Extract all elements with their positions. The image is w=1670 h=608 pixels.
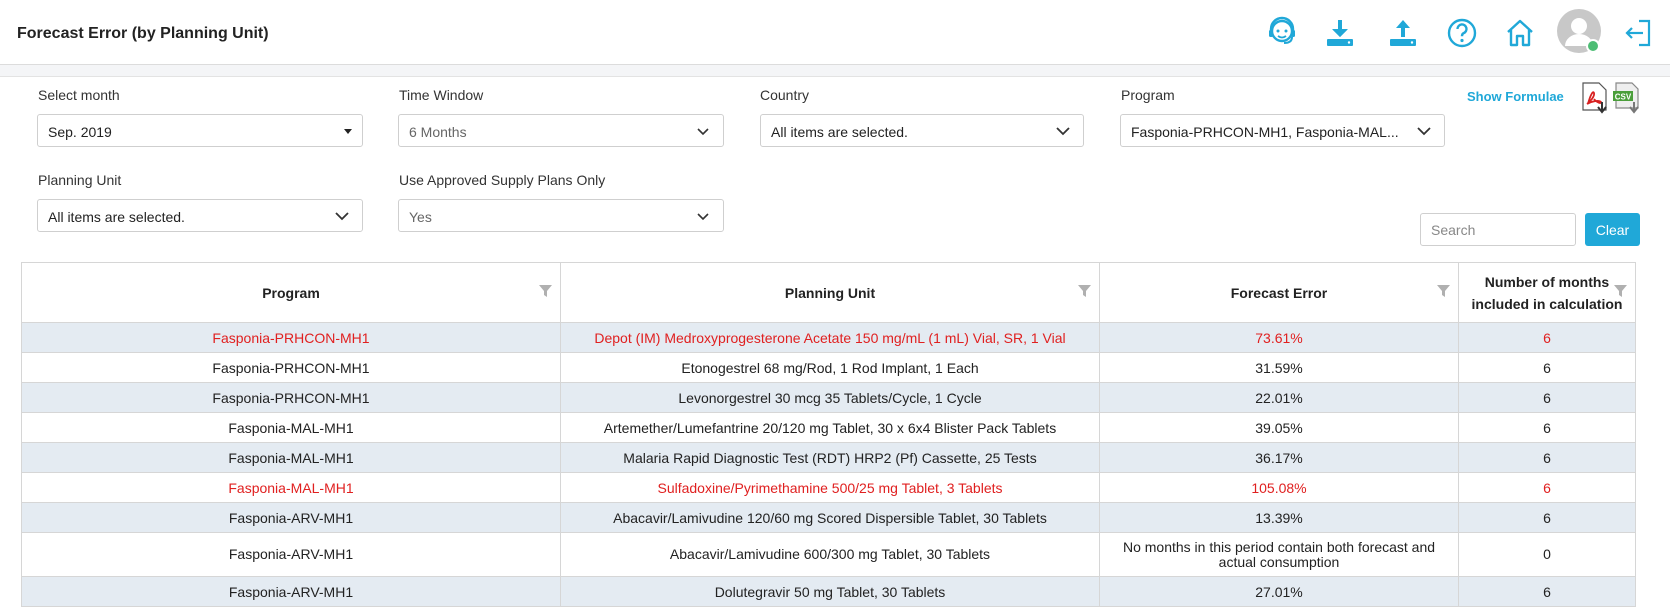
table-row[interactable]: Fasponia-PRHCON-MH1 Levonorgestrel 30 mc… bbox=[21, 382, 1636, 413]
time-window-dropdown[interactable]: 6 Months bbox=[398, 114, 724, 147]
cell-planning-unit: Abacavir/Lamivudine 600/300 mg Tablet, 3… bbox=[560, 532, 1100, 577]
program-multiselect[interactable]: Fasponia-PRHCON-MH1, Fasponia-MAL... bbox=[1120, 114, 1445, 147]
home-icon[interactable] bbox=[1500, 13, 1540, 53]
table-row[interactable]: Fasponia-MAL-MH1 Artemether/Lumefantrine… bbox=[21, 412, 1636, 443]
column-header-label: Program bbox=[262, 284, 320, 301]
chevron-down-icon bbox=[1056, 127, 1070, 136]
approved-plans-value: Yes bbox=[409, 209, 432, 225]
help-icon[interactable] bbox=[1442, 13, 1482, 53]
cell-months: 6 bbox=[1458, 322, 1636, 353]
column-header-months[interactable]: Number of months included in calculation bbox=[1458, 262, 1636, 323]
pdf-export-icon[interactable] bbox=[1580, 82, 1610, 114]
time-window-label: Time Window bbox=[399, 87, 484, 103]
chevron-down-icon bbox=[697, 213, 709, 221]
clear-button[interactable]: Clear bbox=[1585, 213, 1640, 246]
caret-down-icon bbox=[344, 129, 352, 134]
table-header-row: Program Planning Unit Forecast Error Num… bbox=[21, 262, 1636, 323]
cell-program: Fasponia-MAL-MH1 bbox=[21, 472, 561, 503]
show-formulae-link[interactable]: Show Formulae bbox=[1467, 89, 1564, 104]
column-header-label: Planning Unit bbox=[784, 284, 876, 301]
table-row[interactable]: Fasponia-ARV-MH1 Dolutegravir 50 mg Tabl… bbox=[21, 576, 1636, 607]
csv-export-icon[interactable]: CSV bbox=[1612, 82, 1642, 114]
cell-forecast-error: 39.05% bbox=[1099, 412, 1459, 443]
approved-plans-label: Use Approved Supply Plans Only bbox=[399, 172, 606, 188]
table-row[interactable]: Fasponia-ARV-MH1 Abacavir/Lamivudine 600… bbox=[21, 532, 1636, 577]
cell-months: 6 bbox=[1458, 442, 1636, 473]
cell-forecast-error: 105.08% bbox=[1099, 472, 1459, 503]
cell-program: Fasponia-PRHCON-MH1 bbox=[21, 322, 561, 353]
table-row[interactable]: Fasponia-MAL-MH1 Sulfadoxine/Pyrimethami… bbox=[21, 472, 1636, 503]
cell-months: 6 bbox=[1458, 576, 1636, 607]
time-window-value: 6 Months bbox=[409, 124, 467, 140]
cell-program: Fasponia-PRHCON-MH1 bbox=[21, 382, 561, 413]
column-header-forecast-error[interactable]: Forecast Error bbox=[1099, 262, 1459, 323]
cell-program: Fasponia-MAL-MH1 bbox=[21, 442, 561, 473]
column-header-label: Forecast Error bbox=[1230, 284, 1328, 301]
cell-months: 6 bbox=[1458, 352, 1636, 383]
table-row[interactable]: Fasponia-MAL-MH1 Malaria Rapid Diagnosti… bbox=[21, 442, 1636, 473]
planning-unit-label: Planning Unit bbox=[38, 172, 122, 188]
cell-program: Fasponia-ARV-MH1 bbox=[21, 576, 561, 607]
cell-forecast-error: 36.17% bbox=[1099, 442, 1459, 473]
cell-planning-unit: Malaria Rapid Diagnostic Test (RDT) HRP2… bbox=[560, 442, 1100, 473]
cell-months: 0 bbox=[1458, 532, 1636, 577]
column-header-planning-unit[interactable]: Planning Unit bbox=[560, 262, 1100, 323]
filter-funnel-icon[interactable] bbox=[539, 285, 552, 297]
forecast-error-table: Program Planning Unit Forecast Error Num… bbox=[21, 262, 1636, 607]
filter-funnel-icon[interactable] bbox=[1437, 285, 1450, 297]
cell-planning-unit: Dolutegravir 50 mg Tablet, 30 Tablets bbox=[560, 576, 1100, 607]
program-value: Fasponia-PRHCON-MH1, Fasponia-MAL... bbox=[1131, 124, 1399, 140]
column-header-program[interactable]: Program bbox=[21, 262, 561, 323]
cell-forecast-error: 27.01% bbox=[1099, 576, 1459, 607]
user-avatar[interactable] bbox=[1556, 8, 1602, 54]
country-value: All items are selected. bbox=[771, 124, 908, 140]
cell-planning-unit: Artemether/Lumefantrine 20/120 mg Tablet… bbox=[560, 412, 1100, 443]
upload-icon[interactable] bbox=[1383, 13, 1423, 53]
column-header-label: Number of months included in calculation bbox=[1471, 273, 1623, 312]
cell-months: 6 bbox=[1458, 472, 1636, 503]
cell-months: 6 bbox=[1458, 382, 1636, 413]
cell-planning-unit: Abacavir/Lamivudine 120/60 mg Scored Dis… bbox=[560, 502, 1100, 533]
cell-program: Fasponia-PRHCON-MH1 bbox=[21, 352, 561, 383]
logout-icon[interactable] bbox=[1618, 13, 1658, 53]
cell-months: 6 bbox=[1458, 412, 1636, 443]
select-month-value: Sep. 2019 bbox=[48, 124, 112, 140]
app-header: Forecast Error (by Planning Unit) bbox=[0, 0, 1670, 65]
filter-funnel-icon[interactable] bbox=[1614, 285, 1627, 297]
cell-planning-unit: Etonogestrel 68 mg/Rod, 1 Rod Implant, 1… bbox=[560, 352, 1100, 383]
cell-planning-unit: Depot (IM) Medroxyprogesterone Acetate 1… bbox=[560, 322, 1100, 353]
country-label: Country bbox=[760, 87, 810, 103]
select-month-label: Select month bbox=[38, 87, 120, 103]
download-icon[interactable] bbox=[1320, 13, 1360, 53]
planning-unit-value: All items are selected. bbox=[48, 209, 185, 225]
cell-forecast-error: No months in this period contain both fo… bbox=[1099, 532, 1459, 577]
table-row[interactable]: Fasponia-PRHCON-MH1 Depot (IM) Medroxypr… bbox=[21, 322, 1636, 353]
cell-planning-unit: Levonorgestrel 30 mcg 35 Tablets/Cycle, … bbox=[560, 382, 1100, 413]
filter-funnel-icon[interactable] bbox=[1078, 285, 1091, 297]
cell-forecast-error: 31.59% bbox=[1099, 352, 1459, 383]
select-month-dropdown[interactable]: Sep. 2019 bbox=[37, 114, 363, 147]
page-title: Forecast Error (by Planning Unit) bbox=[17, 25, 269, 42]
approved-plans-dropdown[interactable]: Yes bbox=[398, 199, 724, 232]
cell-program: Fasponia-MAL-MH1 bbox=[21, 412, 561, 443]
cell-forecast-error: 73.61% bbox=[1099, 322, 1459, 353]
search-input[interactable] bbox=[1420, 213, 1576, 246]
support-agent-icon[interactable] bbox=[1262, 13, 1302, 53]
planning-unit-multiselect[interactable]: All items are selected. bbox=[37, 199, 363, 232]
table-row[interactable]: Fasponia-ARV-MH1 Abacavir/Lamivudine 120… bbox=[21, 502, 1636, 533]
cell-program: Fasponia-ARV-MH1 bbox=[21, 502, 561, 533]
cell-program: Fasponia-ARV-MH1 bbox=[21, 532, 561, 577]
table-row[interactable]: Fasponia-PRHCON-MH1 Etonogestrel 68 mg/R… bbox=[21, 352, 1636, 383]
cell-forecast-error: 22.01% bbox=[1099, 382, 1459, 413]
chevron-down-icon bbox=[697, 128, 709, 136]
csv-badge-text: CSV bbox=[1615, 93, 1632, 102]
cell-planning-unit: Sulfadoxine/Pyrimethamine 500/25 mg Tabl… bbox=[560, 472, 1100, 503]
chevron-down-icon bbox=[335, 212, 349, 221]
chevron-down-icon bbox=[1417, 127, 1431, 136]
cell-forecast-error: 13.39% bbox=[1099, 502, 1459, 533]
cell-months: 6 bbox=[1458, 502, 1636, 533]
country-multiselect[interactable]: All items are selected. bbox=[760, 114, 1084, 147]
program-label: Program bbox=[1121, 87, 1175, 103]
